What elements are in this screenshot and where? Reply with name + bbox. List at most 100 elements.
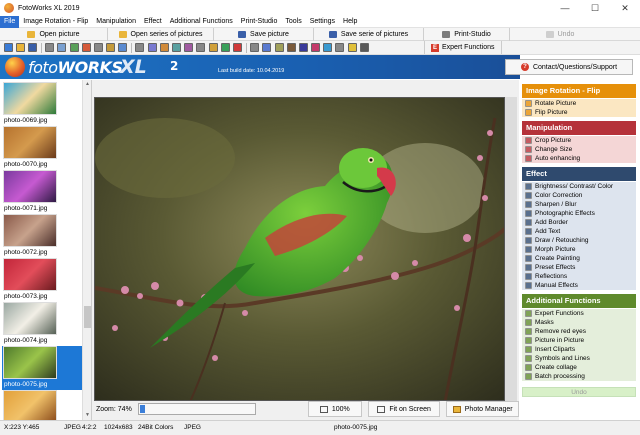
menu-item-file[interactable]: File	[0, 15, 20, 28]
function-item-expert-functions[interactable]: Expert Functions	[522, 309, 636, 318]
menu-item-manipulation[interactable]: Manipulation	[92, 16, 140, 28]
thumbnail-item[interactable]: photo-0070.jpg	[2, 126, 82, 170]
function-item-crop-picture[interactable]: Crop Picture	[522, 136, 636, 145]
save-series-button[interactable]: Save serie of pictures	[314, 27, 424, 41]
thumbnail-image[interactable]	[3, 258, 57, 291]
tool-3-icon[interactable]	[27, 43, 37, 52]
menu-item-settings[interactable]: Settings	[306, 16, 339, 28]
open-series-button[interactable]: Open series of pictures	[108, 27, 214, 41]
function-item-draw-retouching[interactable]: Draw / Retouching	[522, 236, 636, 245]
thumbnail-scrollbar[interactable]: ▲ ▼	[82, 80, 91, 420]
tool-19-icon[interactable]	[232, 43, 242, 52]
menu-item-print-studio[interactable]: Print-Studio	[237, 16, 282, 28]
function-item-batch-processing[interactable]: Batch processing	[522, 372, 636, 381]
menu-item-effect[interactable]: Effect	[140, 16, 166, 28]
function-item-insert-cliparts[interactable]: Insert Cliparts	[522, 345, 636, 354]
function-item-sharpen-blur[interactable]: Sharpen / Blur	[522, 200, 636, 209]
function-item-photographic-effects[interactable]: Photographic Effects	[522, 209, 636, 218]
menu-item-help[interactable]: Help	[339, 16, 361, 28]
function-item-add-border[interactable]: Add Border	[522, 218, 636, 227]
print-studio-button[interactable]: Print-Studio	[424, 27, 510, 41]
function-item-create-collage[interactable]: Create collage	[522, 363, 636, 372]
thumbnail-item[interactable]: photo-0072.jpg	[2, 214, 82, 258]
section-header-additional-functions[interactable]: Additional Functions	[522, 294, 636, 308]
photo-manager-button[interactable]: Photo Manager	[446, 401, 519, 417]
zoom-slider-knob[interactable]	[139, 405, 145, 413]
tool-15-icon[interactable]	[184, 43, 194, 52]
thumbnail-image[interactable]	[3, 390, 57, 420]
thumbnail-image[interactable]	[3, 214, 57, 247]
tool-5-icon[interactable]	[57, 43, 67, 52]
thumbnail-item[interactable]: photo-0074.jpg	[2, 302, 82, 346]
function-item-rotate-picture[interactable]: Rotate Picture	[522, 99, 636, 108]
function-item-color-correction[interactable]: Color Correction	[522, 191, 636, 200]
open-picture-button[interactable]: Open picture	[0, 27, 108, 41]
thumbnail-image[interactable]	[3, 170, 57, 203]
fit-on-screen-button[interactable]: Fit on Screen	[367, 401, 441, 417]
tool-16-icon[interactable]	[196, 43, 206, 52]
tool-6-icon[interactable]	[69, 43, 79, 52]
tool-9-icon[interactable]	[106, 43, 116, 52]
main-photo[interactable]	[94, 97, 505, 401]
function-item-picture-in-picture[interactable]: Picture in Picture	[522, 336, 636, 345]
menu-item-additional-functions[interactable]: Additional Functions	[166, 16, 237, 28]
tool-2-icon[interactable]	[15, 43, 25, 52]
function-item-remove-red-eyes[interactable]: Remove red eyes	[522, 327, 636, 336]
expert-functions-button[interactable]: E Expert Functions	[424, 41, 502, 54]
minimize-icon[interactable]: —	[550, 0, 580, 16]
tool-1-icon[interactable]	[3, 43, 13, 52]
scroll-thumb[interactable]	[84, 306, 91, 328]
thumbnail-image[interactable]	[3, 302, 57, 335]
function-item-flip-picture[interactable]: Flip Picture	[522, 108, 636, 117]
thumbnail-item[interactable]: photo-0071.jpg	[2, 170, 82, 214]
tool-24-icon[interactable]	[298, 43, 308, 52]
function-item-masks[interactable]: Masks	[522, 318, 636, 327]
function-item-add-text[interactable]: Add Text	[522, 227, 636, 236]
tool-28-icon[interactable]	[347, 43, 357, 52]
tool-21-icon[interactable]	[262, 43, 272, 52]
zoom-slider[interactable]	[137, 403, 256, 415]
thumbnail-image[interactable]	[3, 82, 57, 115]
tool-17-icon[interactable]	[208, 43, 218, 52]
tool-29-icon[interactable]	[359, 43, 369, 52]
function-item-manual-effects[interactable]: Manual Effects	[522, 281, 636, 290]
function-item-reflections[interactable]: Reflections	[522, 272, 636, 281]
function-item-change-size[interactable]: Change Size	[522, 145, 636, 154]
tool-26-icon[interactable]	[323, 43, 333, 52]
tool-14-icon[interactable]	[172, 43, 182, 52]
tool-12-icon[interactable]	[147, 43, 157, 52]
tool-20-icon[interactable]	[250, 43, 260, 52]
tool-27-icon[interactable]	[335, 43, 345, 52]
function-item-morph-picture[interactable]: Morph Picture	[522, 245, 636, 254]
thumbnail-item[interactable]: photo-0069.jpg	[2, 82, 82, 126]
tool-7-icon[interactable]	[81, 43, 91, 52]
contact-button[interactable]: ? Contact/Questions/Support	[505, 59, 633, 75]
section-header-effect[interactable]: Effect	[522, 167, 636, 181]
tool-10-icon[interactable]	[118, 43, 128, 52]
maximize-icon[interactable]: ☐	[580, 0, 610, 16]
tool-25-icon[interactable]	[311, 43, 321, 52]
function-item-preset-effects[interactable]: Preset Effects	[522, 263, 636, 272]
thumbnail-item[interactable]	[2, 390, 82, 420]
thumbnail-image[interactable]	[3, 346, 57, 379]
close-icon[interactable]: ✕	[610, 0, 640, 16]
undo-panel-button[interactable]: Undo	[522, 387, 636, 397]
zoom-100-button[interactable]: 100%	[307, 401, 362, 417]
tool-13-icon[interactable]	[159, 43, 169, 52]
function-item-create-painting[interactable]: Create Painting	[522, 254, 636, 263]
function-item-auto-enhancing[interactable]: Auto enhancing	[522, 154, 636, 163]
tool-4-icon[interactable]	[45, 43, 55, 52]
function-item-brightness-contrast-color[interactable]: Brightness/ Contrast/ Color	[522, 182, 636, 191]
save-picture-button[interactable]: Save picture	[214, 27, 314, 41]
undo-toolbar-button[interactable]: Undo	[510, 28, 610, 41]
function-item-symbols-and-lines[interactable]: Symbols and Lines	[522, 354, 636, 363]
tool-11-icon[interactable]	[135, 43, 145, 52]
thumbnail-item[interactable]: photo-0073.jpg	[2, 258, 82, 302]
scroll-up-icon[interactable]: ▲	[83, 80, 91, 89]
thumbnail-item[interactable]: photo-0075.jpg	[2, 346, 82, 390]
canvas-scrollbar[interactable]	[505, 97, 517, 401]
menu-item-tools[interactable]: Tools	[281, 16, 305, 28]
tool-8-icon[interactable]	[93, 43, 103, 52]
tool-18-icon[interactable]	[220, 43, 230, 52]
section-header-image-rotation-flip[interactable]: Image Rotation - Flip	[522, 84, 636, 98]
